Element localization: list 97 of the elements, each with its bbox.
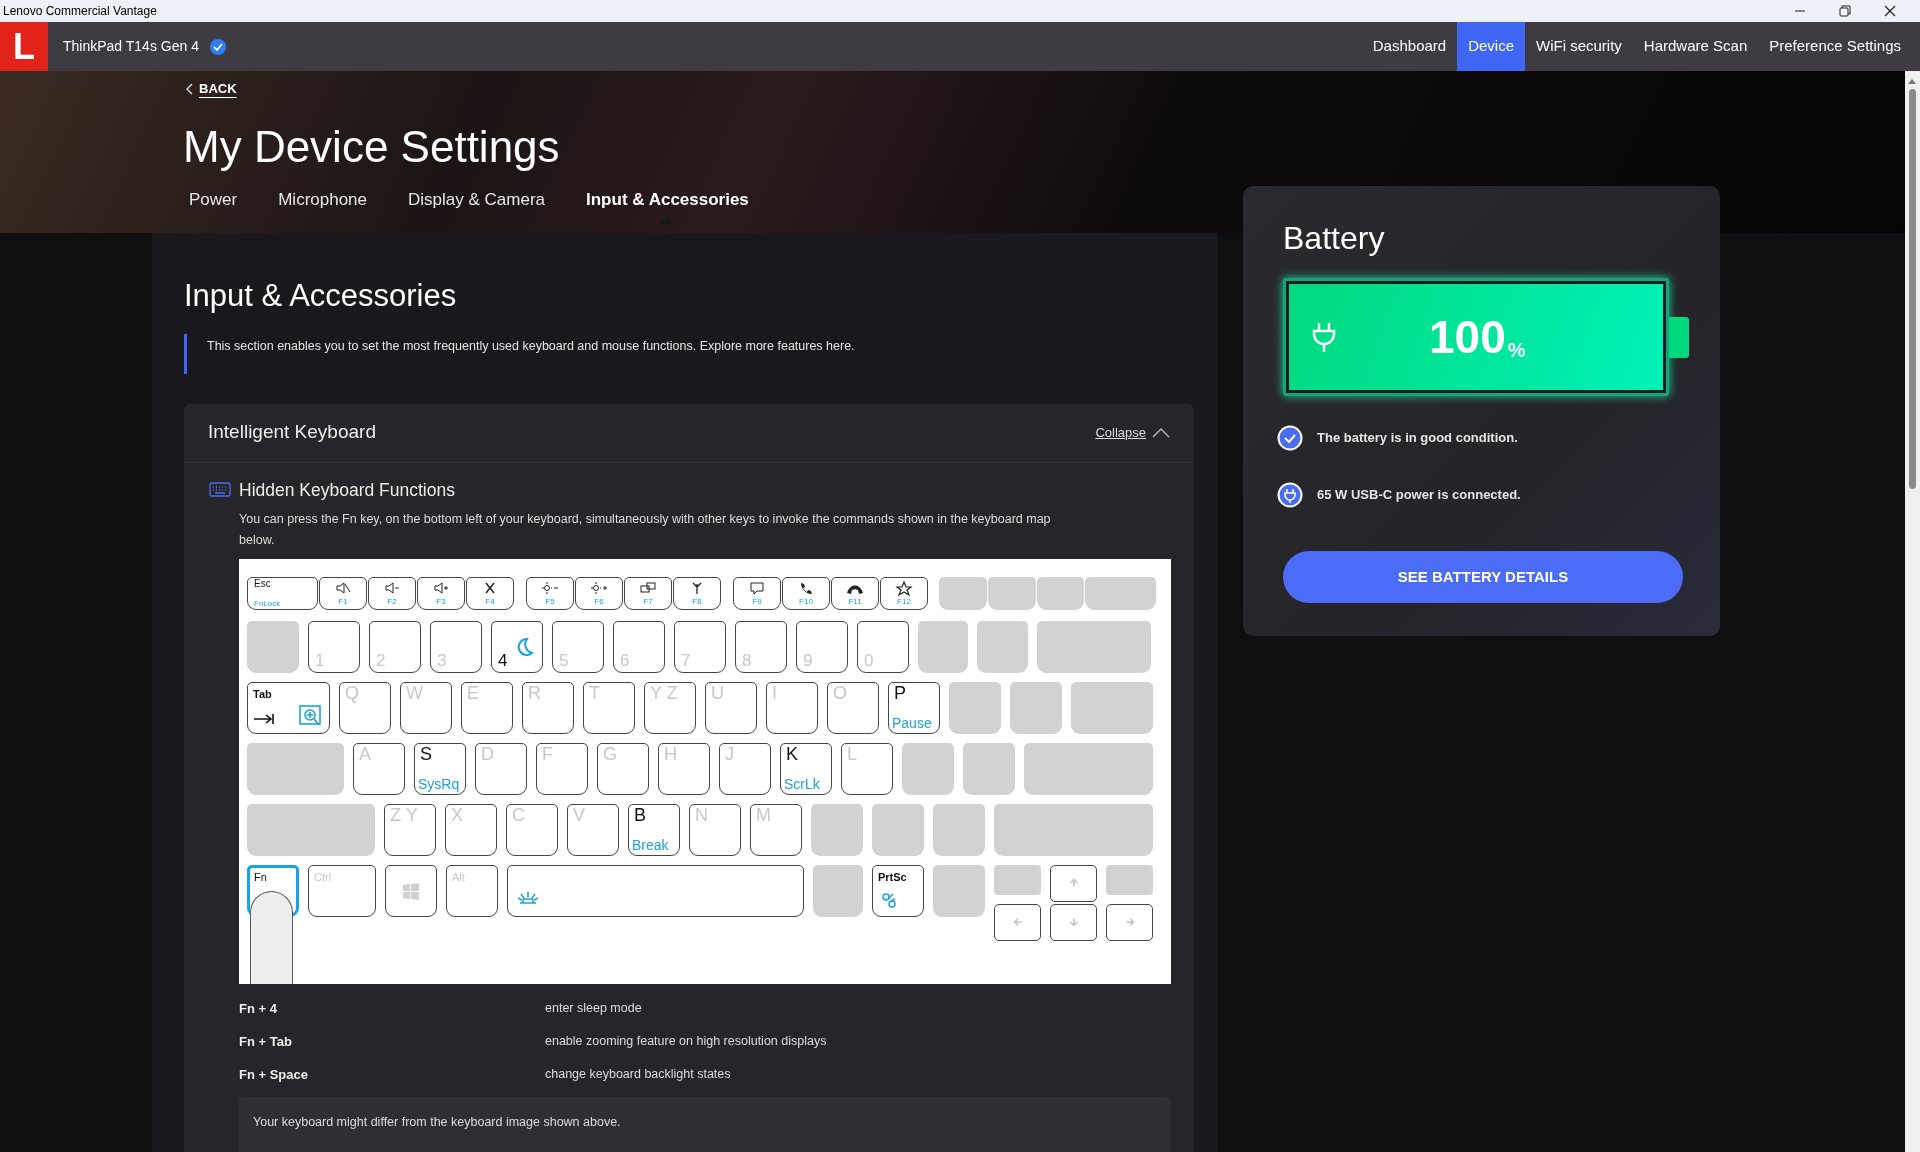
settings-tab[interactable]: Microphone: [278, 186, 367, 224]
blank-key: [994, 864, 1041, 895]
window-title: Lenovo Commercial Vantage: [2, 3, 157, 20]
plug-circle-icon: [1277, 482, 1303, 508]
key-function-label: F11: [847, 595, 863, 608]
key-label: Tab: [253, 688, 272, 700]
battery-title: Battery: [1283, 219, 1386, 258]
function-key-icon: [590, 579, 608, 596]
settings-tab[interactable]: Input & Accessories: [586, 186, 749, 224]
function-key-icon: [748, 579, 766, 596]
blank-key: [811, 803, 863, 856]
key-function-label: F3: [435, 595, 447, 608]
blank-key: [933, 803, 985, 856]
blank-key: [1010, 681, 1062, 734]
section-description: This section enables you to set the most frequently used keyboard and mouse functions. Explore more features here.: [207, 337, 855, 355]
blank-key: [977, 620, 1028, 673]
blank-key: [939, 576, 987, 610]
shortcut-description: enter sleep mode: [545, 999, 642, 1017]
key-function-label: F7: [642, 595, 654, 608]
key-label: P: [894, 683, 906, 702]
key-label: 4: [498, 651, 508, 669]
key-function-label: F5: [544, 595, 556, 608]
back-link[interactable]: BACK: [199, 79, 237, 99]
scroll-up-icon[interactable]: [1907, 77, 1917, 85]
blank-key: [918, 620, 968, 673]
blank-key: [949, 681, 1001, 734]
device-name: ThinkPad T14s Gen 4: [63, 37, 199, 56]
shortcut-description: enable zooming feature on high resolution displays: [545, 1032, 827, 1050]
key-label: S: [420, 744, 432, 763]
key-label: Fn: [254, 871, 267, 883]
check-circle-icon: [1277, 425, 1303, 451]
key-function-label: F4: [484, 595, 496, 608]
function-key-icon: [541, 579, 559, 596]
settings-tab[interactable]: Power: [189, 186, 238, 224]
blank-key: [963, 742, 1015, 795]
feature-description: You can press the Fn key, on the bottom left of your keyboard, simultaneously with other keys to invoke the commands shown in the keyboard map below.: [239, 510, 1052, 549]
key-function-label: F8: [691, 595, 703, 608]
battery-percentage: 100: [1429, 314, 1506, 360]
key-function-label: Pause: [892, 715, 932, 730]
keyboard-backlight-icon: [516, 889, 540, 906]
blank-key: [933, 864, 985, 917]
scrollbar-thumb[interactable]: [1909, 89, 1916, 489]
nav-tab[interactable]: Device: [1457, 22, 1525, 71]
card-title: Intelligent Keyboard: [208, 420, 376, 445]
key-label: B: [634, 805, 646, 824]
key-function-label: F2: [386, 595, 398, 608]
function-key-icon: [895, 579, 913, 596]
nav-tab[interactable]: WiFi security: [1525, 22, 1633, 71]
function-key-icon: [432, 579, 450, 596]
key-label: PrtSc: [878, 871, 907, 883]
blank-key: [1106, 864, 1153, 895]
page-title: My Device Settings: [183, 120, 561, 173]
tab-arrow-icon: [253, 712, 275, 725]
key-function-label: SysRq: [418, 776, 460, 791]
battery-status-text: 65 W USB-C power is connected.: [1317, 486, 1521, 505]
key-function-label: F10: [798, 595, 814, 608]
blank-key: [1037, 576, 1084, 610]
shortcut-keys: Fn + Space: [239, 1064, 545, 1084]
collapse-link[interactable]: Collapse: [1095, 422, 1170, 443]
nav-tab[interactable]: Preference Settings: [1758, 22, 1912, 71]
battery-terminal: [1669, 316, 1689, 358]
back-chevron-icon: [185, 82, 193, 95]
key-function-label: FnLock: [254, 599, 281, 608]
blank-key: [1085, 576, 1156, 610]
settings-tab[interactable]: Display & Camera: [408, 186, 545, 224]
section-title: Input & Accessories: [184, 277, 458, 315]
blank-key: [247, 620, 299, 673]
blank-key: [902, 742, 954, 795]
shortcut-keys: Fn + Tab: [239, 1031, 545, 1051]
feature-title: Hidden Keyboard Functions: [239, 478, 455, 502]
blank-key: [872, 803, 924, 856]
shortcut-keys: Fn + 4: [239, 998, 545, 1018]
percent-sign: %: [1507, 340, 1526, 360]
windows-logo-icon: [402, 881, 420, 900]
key-function-label: F9: [751, 595, 763, 608]
zoom-icon: [299, 704, 323, 727]
function-key-icon: [383, 579, 401, 596]
shortcut-description: change keyboard backlight states: [545, 1065, 731, 1083]
key-label: Esc: [254, 578, 271, 589]
key-function-label: F6: [593, 595, 605, 608]
battery-details-button[interactable]: SEE BATTERY DETAILS: [1283, 551, 1683, 603]
blank-key: [813, 864, 863, 917]
key-function-label: F12: [896, 595, 912, 608]
function-key-icon: [639, 579, 657, 596]
nav-tab[interactable]: Hardware Scan: [1632, 22, 1759, 71]
key-label: K: [786, 744, 798, 763]
nav-tab[interactable]: Dashboard: [1361, 22, 1458, 71]
key-function-label: ScrLk: [784, 776, 820, 791]
key-function-label: Break: [632, 837, 669, 852]
function-key-icon: [334, 579, 352, 596]
battery-status-text: The battery is in good condition.: [1317, 429, 1518, 448]
blank-key: [988, 576, 1036, 610]
keyboard-note: Your keyboard might differ from the keyboard image shown above.: [253, 1113, 622, 1131]
key-function-label: F1: [337, 595, 349, 608]
brand-logo[interactable]: L: [0, 22, 48, 71]
keyboard-icon: [209, 482, 231, 498]
scrollbar[interactable]: [1905, 71, 1920, 1152]
